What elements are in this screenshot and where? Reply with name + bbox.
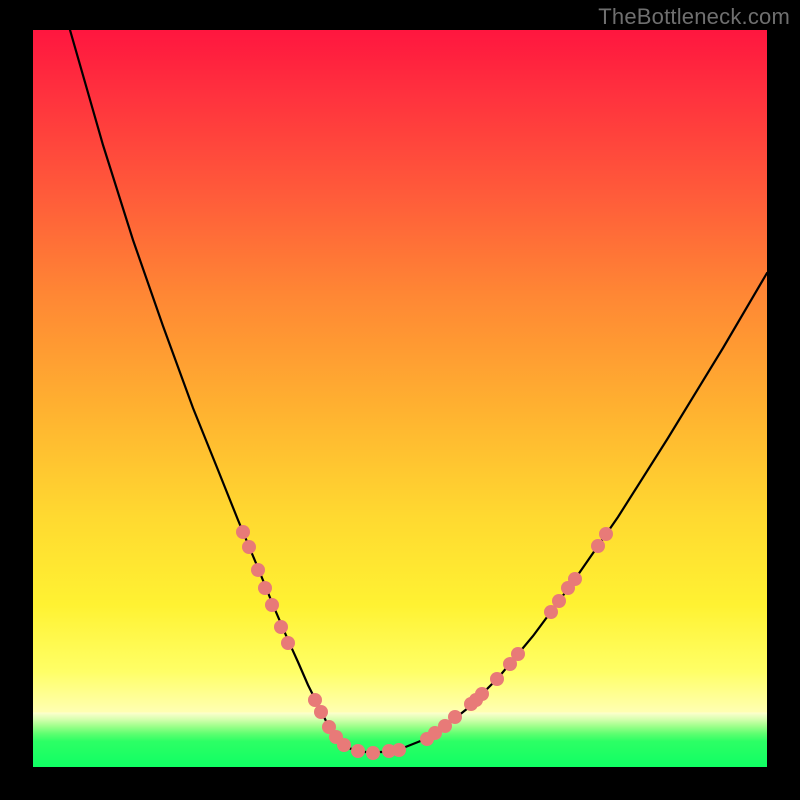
marker-dot	[236, 525, 250, 539]
marker-dot	[511, 647, 525, 661]
marker-dot	[568, 572, 582, 586]
watermark-text: TheBottleneck.com	[598, 4, 790, 30]
marker-dot	[552, 594, 566, 608]
marker-dot	[448, 710, 462, 724]
marker-dot	[274, 620, 288, 634]
marker-dot	[475, 687, 489, 701]
bottleneck-curve	[70, 30, 767, 752]
marker-dot	[308, 693, 322, 707]
curve-svg	[33, 30, 767, 767]
marker-dot	[337, 738, 351, 752]
marker-dot	[599, 527, 613, 541]
marker-dot	[314, 705, 328, 719]
chart-frame: TheBottleneck.com	[0, 0, 800, 800]
marker-dot	[490, 672, 504, 686]
plot-area	[33, 30, 767, 767]
marker-dot	[591, 539, 605, 553]
marker-dot	[281, 636, 295, 650]
marker-dot	[366, 746, 380, 760]
marker-dot	[251, 563, 265, 577]
marker-dot	[351, 744, 365, 758]
marker-dot	[258, 581, 272, 595]
marker-group	[236, 525, 613, 760]
marker-dot	[242, 540, 256, 554]
marker-dot	[265, 598, 279, 612]
marker-dot	[392, 743, 406, 757]
